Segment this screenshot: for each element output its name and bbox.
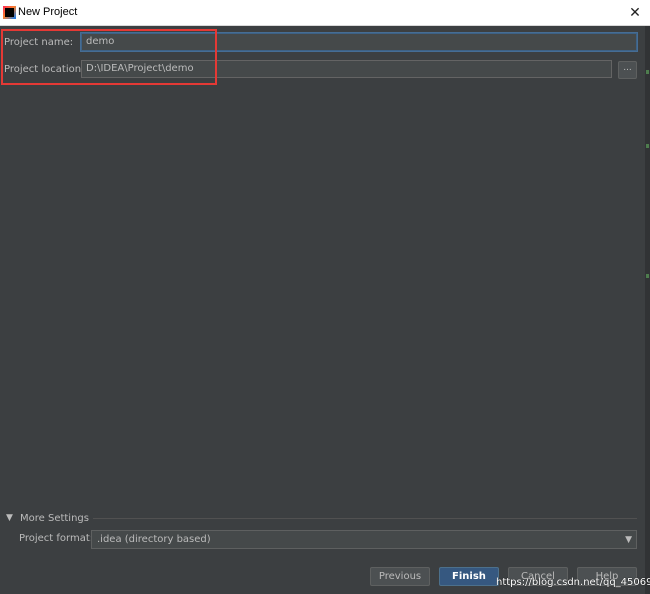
project-format-label: Project format:	[19, 533, 94, 544]
expand-toggle-icon[interactable]: ▼	[6, 513, 13, 523]
chevron-down-icon: ▼	[625, 535, 632, 545]
project-format-value: .idea (directory based)	[97, 534, 211, 545]
right-edge-scrollbar[interactable]	[645, 26, 650, 594]
project-name-label: Project name:	[4, 37, 74, 48]
close-icon[interactable]: ✕	[626, 4, 644, 22]
finish-button[interactable]: Finish	[439, 567, 499, 586]
project-format-select[interactable]: .idea (directory based) ▼	[91, 530, 637, 549]
title-bar: New Project ✕	[0, 0, 650, 26]
more-settings-divider	[20, 518, 637, 519]
browse-button[interactable]: ...	[618, 61, 637, 79]
previous-button[interactable]: Previous	[370, 567, 430, 586]
project-location-label: Project location:	[4, 64, 85, 75]
marker	[646, 70, 649, 74]
watermark-text: https://blog.csdn.net/qq_45069279	[496, 577, 650, 588]
more-settings-label[interactable]: More Settings	[20, 513, 93, 524]
project-name-input[interactable]: demo	[81, 33, 637, 51]
marker	[646, 274, 649, 278]
intellij-app-icon	[3, 6, 16, 19]
marker	[646, 144, 649, 148]
project-location-input[interactable]: D:\IDEA\Project\demo	[81, 60, 612, 78]
window-title: New Project	[18, 6, 78, 18]
